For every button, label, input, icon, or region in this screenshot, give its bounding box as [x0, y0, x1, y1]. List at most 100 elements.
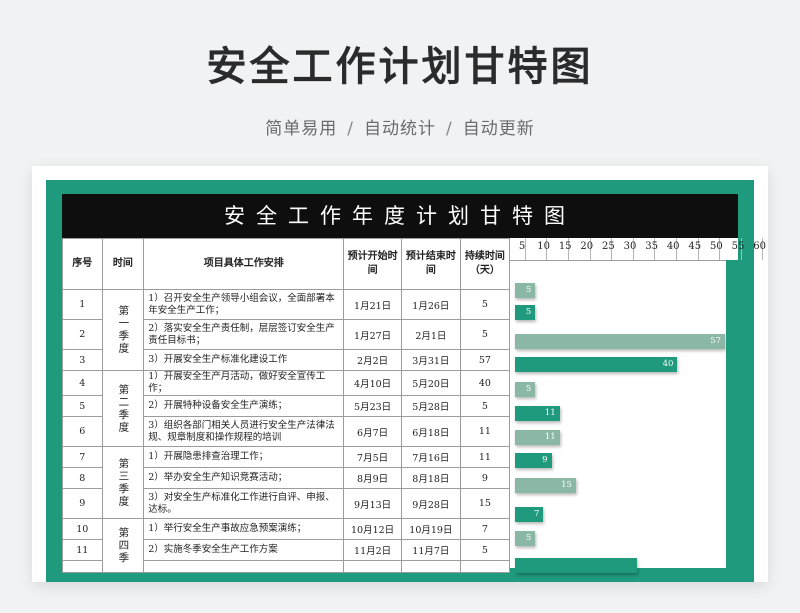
cell-no: 11 — [62, 539, 103, 561]
gantt-bar: 9 — [515, 453, 552, 468]
cell-duration: 5 — [459, 289, 511, 320]
cell-duration: 15 — [459, 488, 511, 519]
cell-end: 3月31日 — [400, 349, 461, 371]
cell-no: 4 — [62, 370, 103, 396]
axis-tick-label: 20 — [580, 241, 594, 252]
sheet-frame-edge — [726, 260, 738, 568]
col-header-duration: 持续时间（天） — [459, 238, 511, 290]
plan-table: 序号 时间 项目具体工作安排 预计开始时间 预计结束时间 持续时间（天） 1 第一… — [62, 238, 511, 573]
gantt-bar: 5 — [515, 382, 536, 397]
cell-quarter: 第三季度 — [101, 446, 145, 519]
cell-no: 1 — [62, 289, 103, 320]
cell-start: 7月5日 — [343, 446, 402, 468]
cell-start: 11月2日 — [343, 539, 402, 561]
cell-end: 9月28日 — [400, 488, 461, 519]
col-header-end: 预计结束时间 — [400, 238, 461, 290]
cell-task: 1）举行安全生产事故应急预案演练； — [143, 518, 345, 540]
axis-tick-label: 25 — [602, 241, 615, 252]
cell-start: 1月27日 — [343, 319, 402, 350]
col-header-no: 序号 — [62, 238, 103, 290]
gantt-bar: 11 — [515, 406, 560, 421]
cell-quarter: 第一季度 — [101, 289, 145, 371]
cell-task: 2）实施冬季安全生产工作方案 — [143, 539, 345, 561]
cell-task: 2）开展特种设备安全生产演练； — [143, 395, 345, 417]
axis-tick-label: 45 — [688, 241, 702, 252]
cell-start: 6月7日 — [343, 416, 402, 447]
axis-tick-label: 60 — [753, 241, 766, 252]
axis-tick-label: 15 — [558, 241, 572, 252]
col-header-task: 项目具体工作安排 — [143, 238, 345, 290]
cell-end: 6月18日 — [400, 416, 461, 447]
cell-end: 1月26日 — [400, 289, 461, 320]
gantt-bar — [515, 558, 637, 573]
cell-no: 3 — [62, 349, 103, 371]
cell-duration: 5 — [459, 539, 511, 561]
cell-end: 5月28日 — [400, 395, 461, 417]
gantt-bar: 40 — [515, 357, 678, 372]
sheet-title: 安全工作年度计划甘特图 — [62, 194, 738, 238]
cell-quarter: 第四季 — [101, 518, 145, 573]
subtitle-separator: / — [347, 119, 354, 139]
template-preview-card: 安全工作年度计划甘特图 序号 时间 项目具体工作安排 预计开始时间 预计结束时间… — [32, 166, 768, 582]
page-title: 安全工作计划甘特图 — [206, 44, 594, 90]
cell-start: 1月21日 — [343, 289, 402, 320]
col-header-start: 预计开始时间 — [343, 238, 402, 290]
cell-task — [143, 560, 345, 573]
cell-task: 1）开展隐患排查治理工作； — [143, 446, 345, 468]
cell-duration: 7 — [459, 518, 511, 540]
gantt-bar: 5 — [515, 531, 536, 546]
subtitle-separator: / — [446, 119, 453, 139]
table-row: 1 第一季度 1）召开安全生产领导小组会议，全面部署本年安全生产工作； 1月21日 1月… — [62, 289, 511, 371]
subtitle-part: 自动更新 — [462, 119, 535, 139]
cell-quarter: 第二季度 — [101, 370, 145, 447]
gantt-bar: 7 — [515, 507, 544, 522]
gantt-bar: 11 — [515, 430, 560, 445]
cell-task: 1）召开安全生产领导小组会议，全面部署本年安全生产工作； — [143, 289, 345, 320]
cell-duration: 40 — [459, 370, 511, 396]
cell-start: 9月13日 — [343, 488, 402, 519]
cell-task: 3）对安全生产标准化工作进行自评、申报、达标。 — [143, 488, 345, 519]
cell-end: 7月16日 — [400, 446, 461, 468]
gantt-axis: 5 10 15 20 25 30 35 40 45 50 55 60 — [510, 238, 766, 261]
axis-tick-label: 10 — [537, 241, 550, 252]
cell-end: 11月7日 — [400, 539, 461, 561]
cell-no: 9 — [62, 488, 103, 519]
cell-no — [62, 560, 103, 573]
subtitle-part: 自动统计 — [364, 119, 436, 139]
subtitle-part: 简单易用 — [265, 119, 338, 139]
cell-no: 6 — [62, 416, 103, 447]
cell-duration: 5 — [459, 319, 511, 350]
axis-tick-label: 5 — [518, 241, 526, 252]
axis-tick-label: 35 — [645, 241, 658, 252]
cell-duration: 11 — [459, 416, 511, 447]
cell-duration: 57 — [459, 349, 511, 371]
cell-end: 8月18日 — [400, 467, 461, 489]
table-row: 7 第三季度 1）开展隐患排查治理工作； 7月5日 7月16日 11 — [62, 446, 511, 519]
cell-task: 3）开展安全生产标准化建设工作 — [143, 349, 345, 371]
cell-start — [343, 560, 402, 573]
cell-start: 8月9日 — [343, 467, 402, 489]
col-header-time: 时间 — [101, 238, 145, 290]
cell-task: 3）组织各部门相关人员进行安全生产法律法规、规章制度和操作规程的培训 — [143, 416, 345, 447]
axis-tick-label: 40 — [666, 241, 680, 252]
axis-tick-label: 50 — [710, 241, 723, 252]
gantt-chart: 5 10 15 20 25 30 35 40 45 50 55 60 5 5 57 40 5 11 11 9 15 7 5 — [510, 238, 766, 573]
cell-end: 10月19日 — [400, 518, 461, 540]
cell-duration: 9 — [459, 467, 511, 489]
subtitle: 简单易用 / 自动统计 / 自动更新 — [0, 114, 800, 139]
cell-no: 7 — [62, 446, 103, 468]
cell-end: 5月20日 — [400, 370, 461, 396]
cell-no: 2 — [62, 319, 103, 350]
cell-start: 4月10日 — [343, 370, 402, 396]
gantt-bar: 15 — [515, 478, 576, 493]
cell-task: 2）举办安全生产知识竞赛活动； — [143, 467, 345, 489]
cell-task: 2）落实安全生产责任制，层层签订安全生产责任目标书； — [143, 319, 345, 350]
gantt-bar: 57 — [515, 334, 725, 349]
cell-start: 5月23日 — [343, 395, 402, 417]
table-header-row: 序号 时间 项目具体工作安排 预计开始时间 预计结束时间 持续时间（天） — [62, 238, 511, 290]
cell-no: 5 — [62, 395, 103, 417]
cell-duration: 5 — [459, 395, 511, 417]
cell-duration — [459, 560, 511, 573]
table-row: 10 第四季 1）举行安全生产事故应急预案演练； 10月12日 10月19日 7 — [62, 518, 511, 573]
cell-start: 10月12日 — [343, 518, 402, 540]
